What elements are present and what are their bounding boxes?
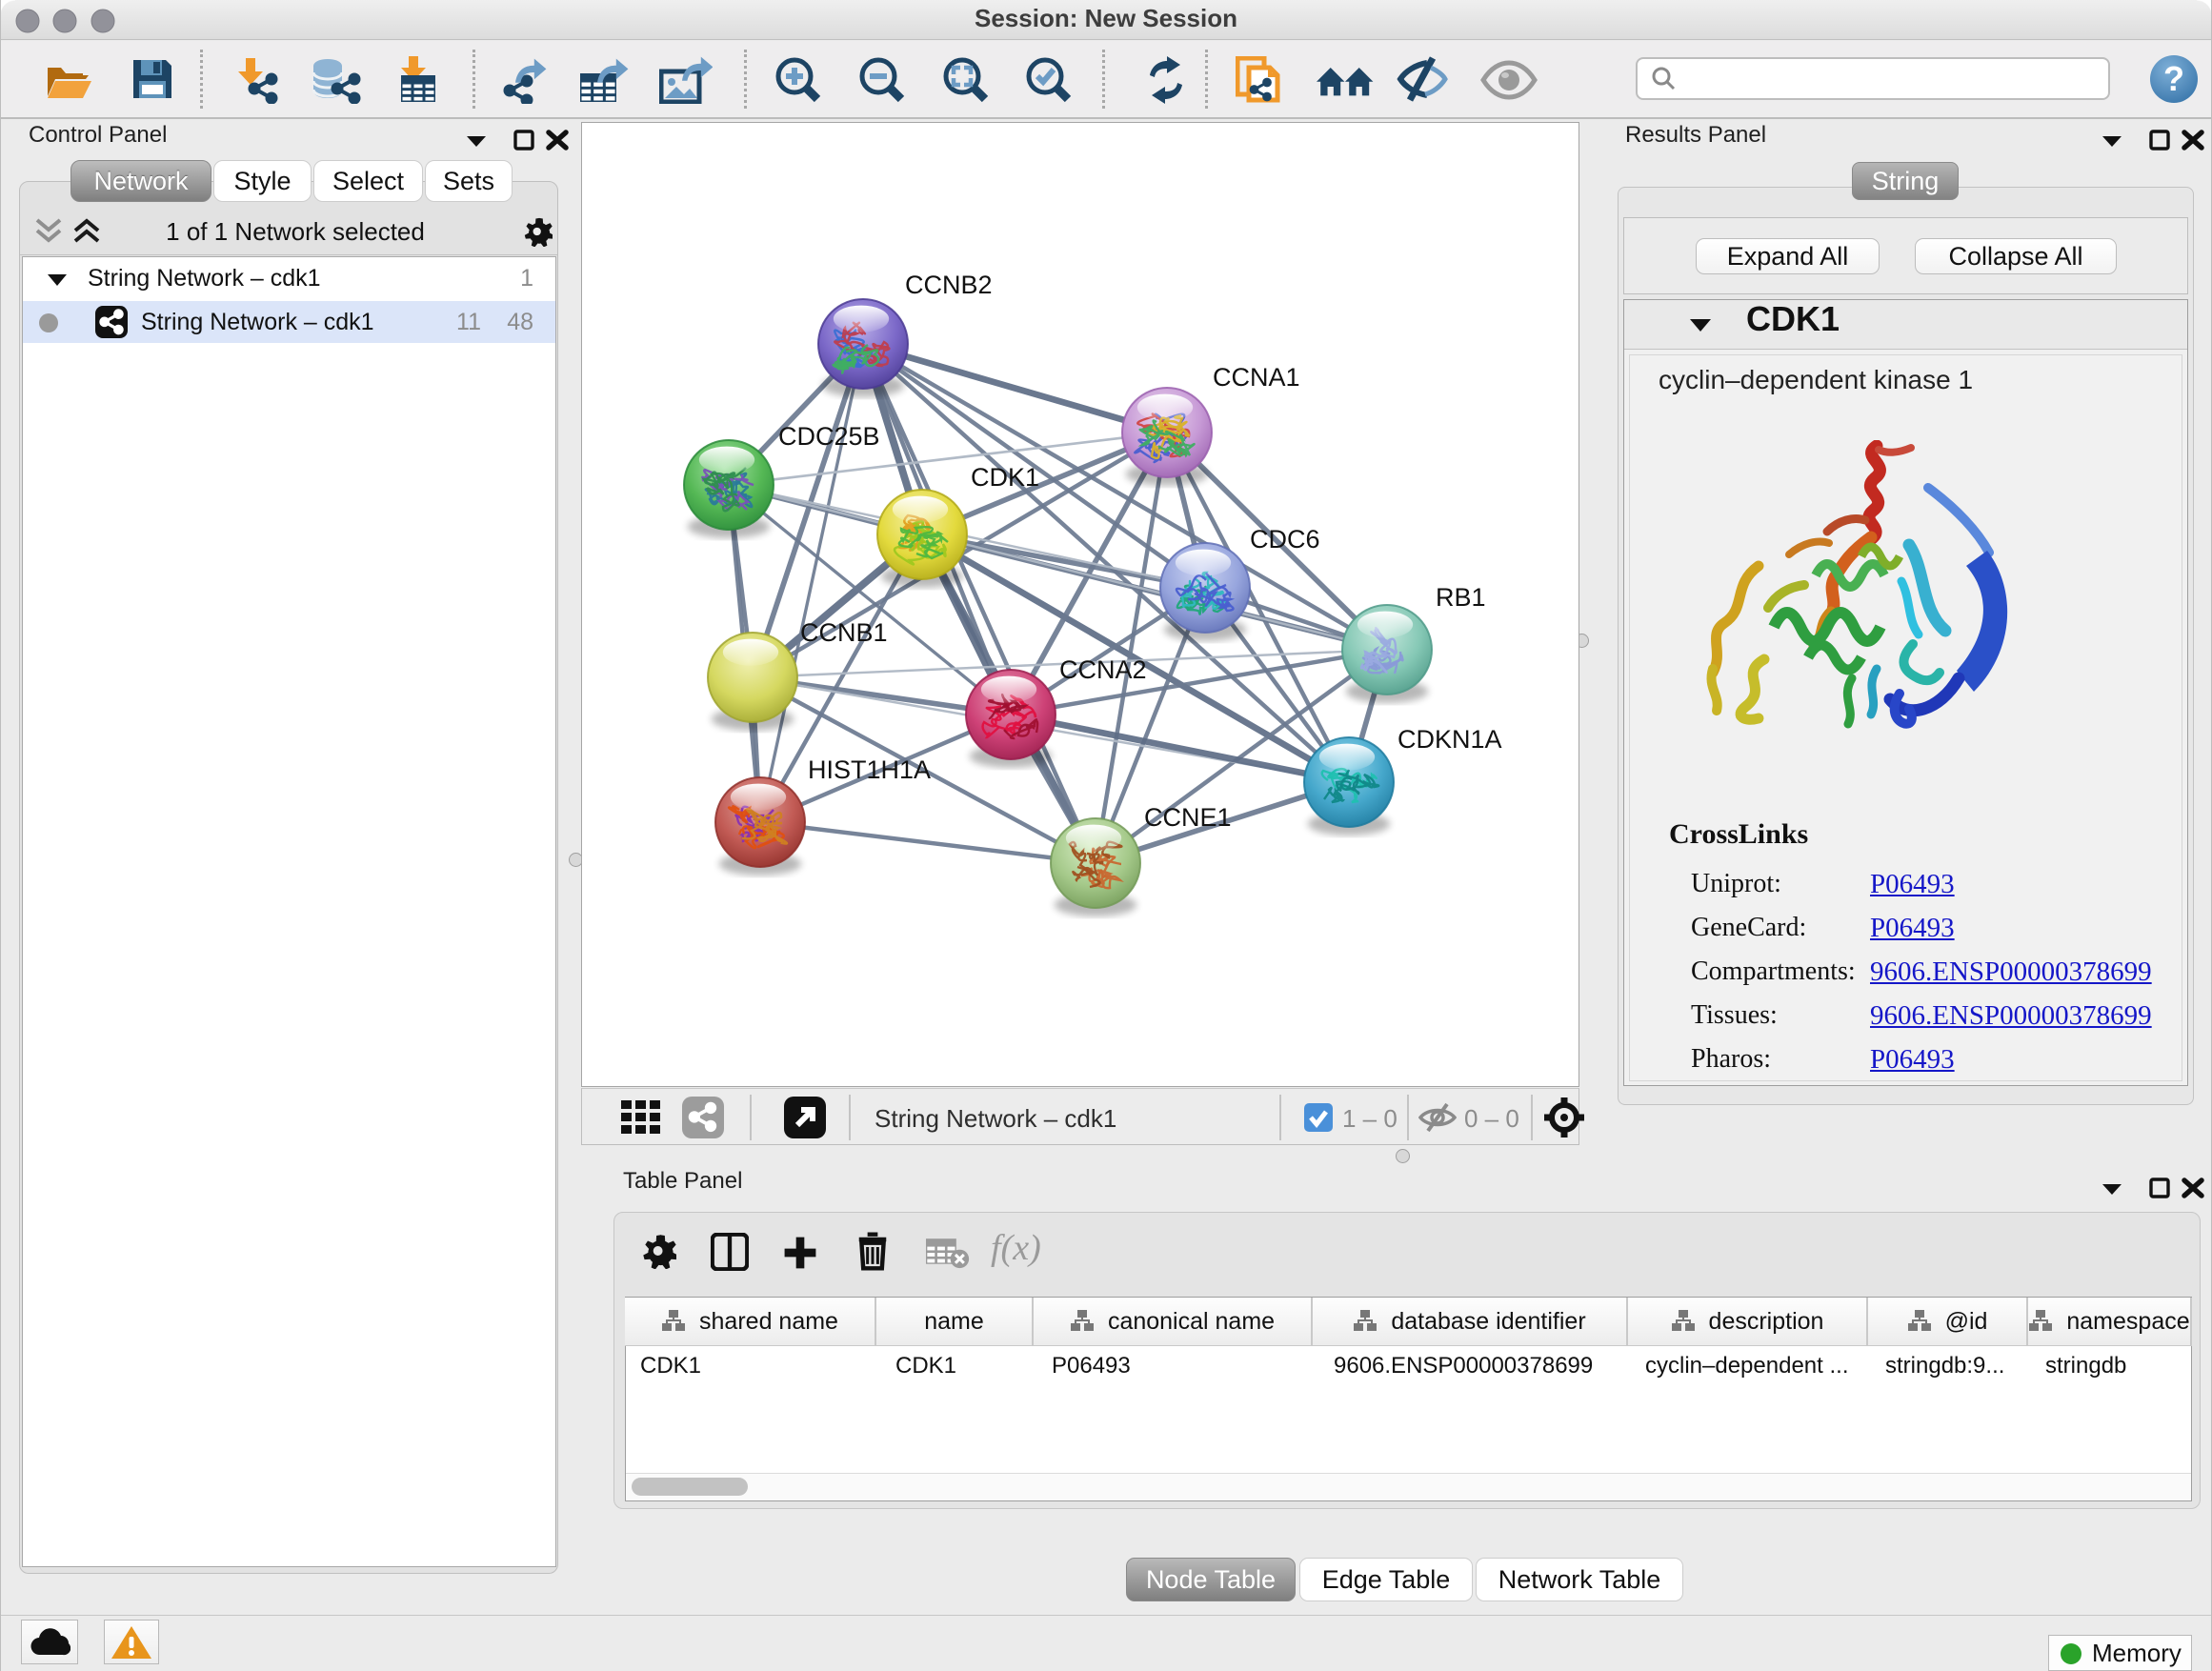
svg-text:CDKN1A: CDKN1A <box>1398 725 1502 754</box>
svg-text:HIST1H1A: HIST1H1A <box>808 755 931 784</box>
svg-text:CCNB2: CCNB2 <box>905 271 993 299</box>
svg-text:CDK1: CDK1 <box>971 463 1039 492</box>
svg-text:CCNB1: CCNB1 <box>800 618 888 647</box>
svg-text:?: ? <box>2163 59 2184 98</box>
svg-text:RB1: RB1 <box>1436 583 1486 612</box>
svg-text:CCNE1: CCNE1 <box>1144 803 1232 832</box>
svg-text:CCNA2: CCNA2 <box>1059 655 1147 684</box>
svg-text:CDC6: CDC6 <box>1250 525 1320 554</box>
svg-text:CCNA1: CCNA1 <box>1213 363 1300 392</box>
svg-text:CDC25B: CDC25B <box>778 422 880 451</box>
